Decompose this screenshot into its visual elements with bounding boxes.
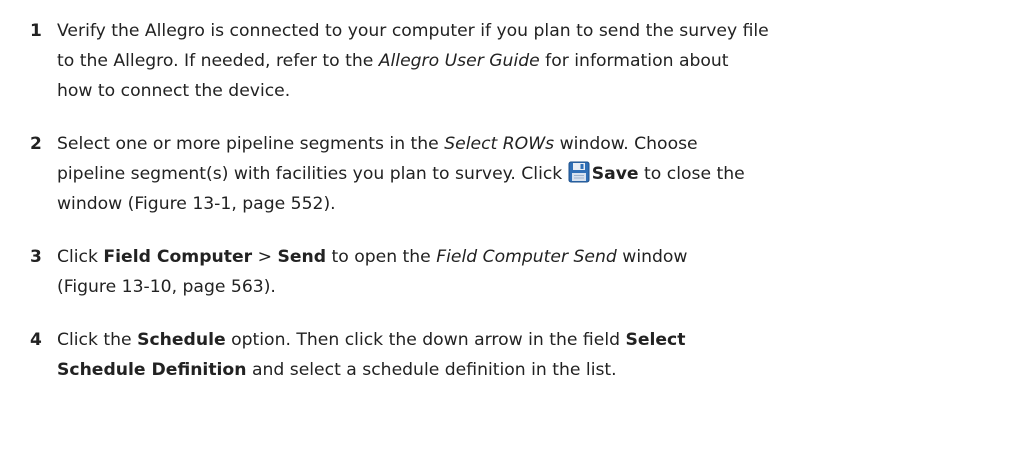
text-run: how to connect the device. bbox=[57, 81, 291, 101]
step-number: 2 bbox=[30, 134, 42, 154]
step-number: 1 bbox=[30, 21, 42, 41]
text-run: for information about bbox=[539, 51, 729, 71]
text-run: (Figure 13-10, page 563). bbox=[57, 277, 276, 297]
step-line: pipeline segment(s) with facilities you … bbox=[57, 159, 1022, 189]
text-run: Click the bbox=[57, 330, 138, 350]
step-line: Click Field Computer > Send to open the … bbox=[57, 242, 1022, 272]
text-run: Verify the Allegro is connected to your … bbox=[57, 21, 769, 41]
text-run: and select a schedule definition in the … bbox=[246, 360, 617, 380]
step-line: Verify the Allegro is connected to your … bbox=[57, 16, 1022, 46]
window-reference: Select ROWs bbox=[444, 134, 555, 154]
step-line: Click the Schedule option. Then click th… bbox=[57, 325, 1022, 355]
text-run: Click bbox=[57, 247, 104, 267]
step-number: 3 bbox=[30, 247, 42, 267]
text-run: to close the bbox=[638, 164, 745, 184]
step-text: Verify the Allegro is connected to your … bbox=[57, 16, 1022, 106]
step-line: Select one or more pipeline segments in … bbox=[57, 129, 1022, 159]
field-reference: Select bbox=[625, 330, 686, 350]
step-line: to the Allegro. If needed, refer to the … bbox=[57, 46, 1022, 76]
menu-item-reference: Send bbox=[277, 247, 327, 267]
window-reference: Field Computer Send bbox=[436, 247, 617, 267]
text-run: to the Allegro. If needed, refer to the bbox=[57, 51, 379, 71]
step-text: Click the Schedule option. Then click th… bbox=[57, 325, 1022, 385]
step-line: (Figure 13-10, page 563). bbox=[57, 272, 1022, 302]
text-run: window bbox=[616, 247, 688, 267]
text-run: Select one or more pipeline segments in … bbox=[57, 134, 445, 154]
step-line: window (Figure 13-1, page 552). bbox=[57, 189, 1022, 219]
step-line: Schedule Definition and select a schedul… bbox=[57, 355, 1022, 385]
step-number: 4 bbox=[30, 330, 42, 350]
text-run: window (Figure 13-1, page 552). bbox=[57, 194, 336, 214]
menu-reference: Field Computer bbox=[103, 247, 253, 267]
text-run: to open the bbox=[326, 247, 437, 267]
step-text: Click Field Computer > Send to open the … bbox=[57, 242, 1022, 302]
text-run: window. Choose bbox=[554, 134, 698, 154]
option-reference: Schedule bbox=[137, 330, 226, 350]
document-reference: Allegro User Guide bbox=[378, 51, 540, 71]
step-text: Select one or more pipeline segments in … bbox=[57, 129, 1022, 219]
text-run: pipeline segment(s) with facilities you … bbox=[57, 164, 568, 184]
save-icon bbox=[568, 161, 590, 183]
text-run: option. Then click the down arrow in the… bbox=[225, 330, 626, 350]
step-line: how to connect the device. bbox=[57, 76, 1022, 106]
field-reference: Schedule Definition bbox=[57, 360, 247, 380]
text-run: > bbox=[252, 247, 278, 267]
save-label: Save bbox=[591, 164, 639, 184]
